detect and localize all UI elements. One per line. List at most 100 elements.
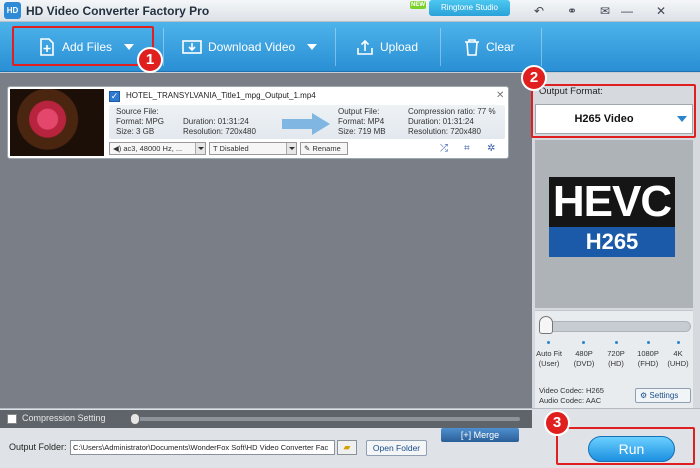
quality-option-sub: (User) — [538, 359, 560, 368]
file-item[interactable]: ✓ HOTEL_TRANSYLVANIA_Title1_mpg_Output_1… — [7, 86, 509, 159]
hevc-logo-icon: HEVC H265 — [549, 177, 675, 264]
quality-option-sub: (HD) — [608, 359, 624, 368]
subtitle-value: Disabled — [219, 144, 249, 153]
step-2-badge: 2 — [521, 65, 547, 91]
source-duration: Duration: 01:31:24 — [183, 117, 249, 126]
h265-text: H265 — [549, 227, 675, 257]
download-icon — [182, 40, 202, 54]
upload-button[interactable]: Upload — [356, 22, 418, 72]
speaker-icon: ◀) — [113, 144, 122, 153]
chevron-down-icon[interactable] — [307, 44, 318, 50]
rename-icon: ✎ — [304, 144, 311, 153]
quality-option-sub: (FHD) — [637, 359, 659, 368]
subtitle-select[interactable]: T Disabled — [209, 142, 297, 155]
quality-option-name: 720P — [607, 349, 625, 358]
quality-slider-handle[interactable] — [539, 316, 553, 334]
clear-button[interactable]: Clear — [464, 22, 515, 72]
settings-label: Settings — [649, 391, 679, 400]
ringtone-studio-button[interactable]: Ringtone Studio — [429, 0, 510, 16]
compression-ratio: Compression ratio: 77 % — [408, 107, 496, 116]
settings-button[interactable]: ⚙ Settings — [635, 388, 691, 403]
quality-option[interactable]: 4K (UHD) — [662, 349, 694, 369]
merge-label: Merge — [473, 430, 500, 440]
quality-tick — [647, 341, 650, 344]
quality-tick — [582, 341, 585, 344]
output-format: Format: MP4 — [338, 117, 385, 126]
undo-icon[interactable]: ↶ — [528, 2, 550, 20]
compression-label: Compression Setting — [22, 413, 106, 423]
quality-option[interactable]: 480P (DVD) — [568, 349, 600, 369]
audio-track-value: ac3, 48000 Hz, ... — [123, 144, 183, 153]
upload-icon — [357, 39, 373, 55]
compression-slider[interactable] — [132, 417, 520, 421]
new-badge: NEW — [410, 1, 426, 9]
upload-label: Upload — [380, 40, 419, 54]
output-duration: Duration: 01:31:24 — [408, 117, 474, 126]
quality-option-sub: (DVD) — [573, 359, 595, 368]
video-codec-text: Video Codec: H265 — [539, 386, 604, 395]
hevc-text: HEVC — [549, 177, 675, 227]
magic-wand-icon[interactable]: ✲ — [487, 143, 495, 154]
source-label: Source File: — [116, 107, 159, 116]
chevron-down-icon[interactable] — [195, 143, 205, 154]
audio-track-select[interactable]: ◀) ac3, 48000 Hz, ... — [109, 142, 206, 155]
divider — [440, 28, 441, 66]
output-folder-input[interactable]: C:\Users\Administrator\Documents\WonderF… — [70, 440, 335, 455]
step-1-badge: 1 — [137, 47, 163, 73]
highlight-box-add-files — [12, 26, 154, 66]
merge-icon: [+] — [460, 430, 472, 440]
crop-icon[interactable]: ⌗ — [464, 143, 470, 154]
quality-option[interactable]: 1080P (FHD) — [632, 349, 664, 369]
remove-file-icon[interactable]: ✕ — [496, 90, 504, 101]
convert-arrow-icon — [282, 113, 330, 135]
subtitle-icon: T — [213, 144, 218, 153]
output-folder-label: Output Folder: — [9, 442, 67, 452]
rename-label: Rename — [312, 144, 341, 153]
quality-option-name: 4K — [673, 349, 683, 358]
quality-tick — [677, 341, 680, 344]
download-video-label: Download Video — [208, 40, 296, 54]
output-label: Output File: — [338, 107, 380, 116]
minimize-button[interactable]: — — [616, 2, 638, 20]
open-folder-button[interactable]: Open Folder — [366, 440, 427, 456]
quality-option[interactable]: Auto Fit (User) — [533, 349, 565, 369]
video-thumbnail[interactable] — [10, 89, 104, 156]
feedback-icon[interactable]: ✉ — [594, 2, 616, 20]
merge-button[interactable]: [+] Merge — [441, 428, 519, 442]
run-button[interactable]: Run — [588, 436, 675, 462]
clear-label: Clear — [486, 40, 515, 54]
rename-button[interactable]: ✎ Rename — [300, 142, 348, 155]
gear-icon: ⚙ — [640, 391, 648, 400]
download-video-button[interactable]: Download Video — [182, 22, 318, 72]
source-size: Size: 3 GB — [116, 127, 155, 136]
output-size: Size: 719 MB — [338, 127, 386, 136]
quality-option-sub: (UHD) — [667, 359, 689, 368]
output-resolution: Resolution: 720x480 — [408, 127, 481, 136]
close-window-button[interactable]: ✕ — [650, 2, 672, 20]
title-bar: HD HD Video Converter Factory Pro NEW Ri… — [0, 0, 700, 22]
source-resolution: Resolution: 720x480 — [183, 127, 256, 136]
file-checkbox[interactable]: ✓ — [109, 91, 120, 102]
app-logo-icon: HD — [4, 2, 21, 19]
quality-slider[interactable] — [543, 321, 691, 332]
compression-slider-handle[interactable] — [130, 413, 140, 425]
file-name: HOTEL_TRANSYLVANIA_Title1_mpg_Output_1.m… — [126, 91, 316, 100]
effects-icon[interactable]: ⤮ — [440, 143, 448, 154]
divider — [541, 28, 542, 66]
audio-codec-text: Audio Codec: AAC — [539, 396, 602, 405]
divider — [163, 28, 164, 66]
file-info-box: Source File: Format: MPG Size: 3 GB Dura… — [109, 105, 505, 139]
quality-option-name: Auto Fit — [536, 349, 562, 358]
connect-icon[interactable]: ⚭ — [561, 2, 583, 20]
compression-row: Compression Setting — [0, 410, 532, 428]
quality-option[interactable]: 720P (HD) — [600, 349, 632, 369]
chevron-down-icon[interactable] — [286, 143, 296, 154]
app-title: HD Video Converter Factory Pro — [26, 4, 210, 18]
compression-checkbox[interactable] — [7, 414, 17, 424]
quality-tick — [615, 341, 618, 344]
divider — [335, 28, 336, 66]
quality-option-name: 1080P — [637, 349, 659, 358]
quality-option-name: 480P — [575, 349, 593, 358]
quality-tick — [547, 341, 550, 344]
folder-browse-icon[interactable]: ▰ — [337, 440, 357, 455]
